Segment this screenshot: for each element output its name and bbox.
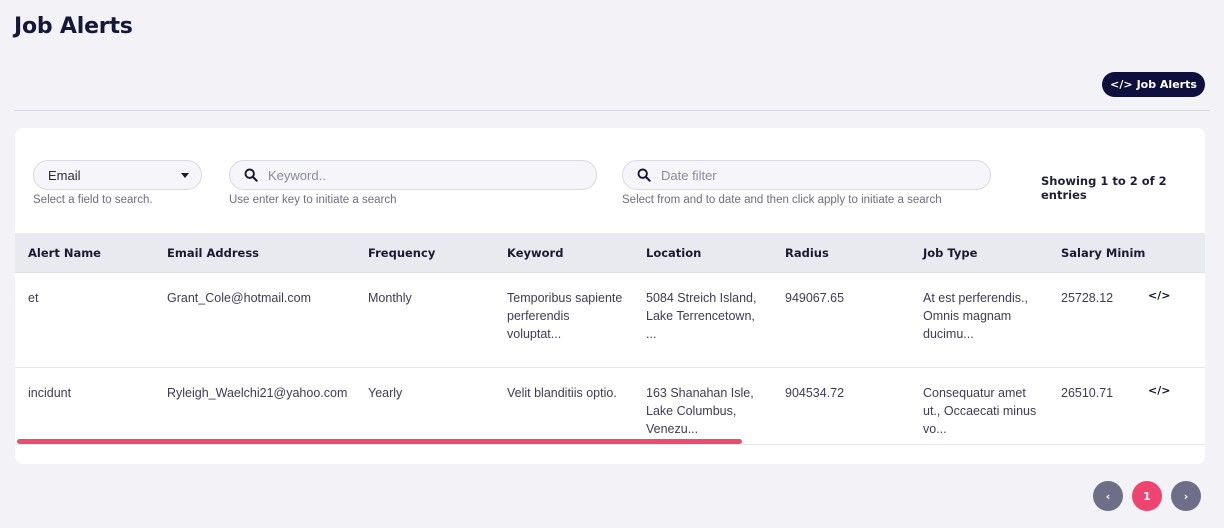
table-header: Alert Name Email Address Frequency Keywo… [15,233,1205,273]
embed-code-icon[interactable]: </> [1148,384,1170,397]
cell-job-type: At est perferendis., Omnis magnam ducimu… [923,291,1028,341]
cell-alert-name: incidunt [28,386,72,400]
column-header-salary-min[interactable]: Salary Minim [1061,246,1145,260]
date-filter-hint: Select from and to date and then click a… [622,194,942,206]
column-header-location[interactable]: Location [646,246,701,260]
horizontal-scrollbar[interactable] [17,439,742,444]
caret-down-icon [181,173,189,178]
previous-page-button[interactable]: ‹ [1093,481,1123,511]
column-header-alert-name[interactable]: Alert Name [28,246,101,260]
embed-job-alerts-button[interactable]: </> Job Alerts [1102,72,1205,97]
code-icon: </> [1110,78,1133,91]
next-page-button[interactable]: › [1171,481,1201,511]
column-header-overflow: ⋮ [1201,246,1205,260]
cell-radius: 949067.65 [785,291,845,305]
cell-radius: 904534.72 [785,386,845,400]
column-header-radius[interactable]: Radius [785,246,829,260]
embed-code-icon[interactable]: </> [1148,289,1170,302]
job-alerts-card: Email Select a field to search. Keyword.… [15,128,1205,464]
page-1-button[interactable]: 1 [1132,481,1162,511]
column-header-email[interactable]: Email Address [167,246,259,260]
job-alerts-table: Alert Name Email Address Frequency Keywo… [15,233,1205,445]
date-filter-placeholder: Date filter [661,167,717,183]
cell-email: Grant_Cole@hotmail.com [167,291,311,305]
column-header-job-type[interactable]: Job Type [923,246,977,260]
column-header-frequency[interactable]: Frequency [368,246,435,260]
cell-frequency: Monthly [368,291,412,305]
table-row: incidunt Ryleigh_Waelchi21@yahoo.com Yea… [15,368,1205,445]
cell-frequency: Yearly [368,386,403,400]
keyword-hint: Use enter key to initiate a search [229,194,397,206]
cell-keyword: Temporibus sapiente perferendis voluptat… [507,291,623,341]
cell-job-type: Consequatur amet ut., Occaecati minus vo… [923,386,1037,436]
pagination: ‹ 1 › [1093,481,1201,511]
cell-salary-min: 25728.12 [1061,291,1114,305]
column-header-keyword[interactable]: Keyword [507,246,563,260]
header-divider [14,110,1210,111]
page-title: Job Alerts [14,14,133,39]
entries-count: Showing 1 to 2 of 2 entries [1041,174,1167,202]
date-filter-input[interactable]: Date filter [622,160,991,190]
search-field-select[interactable]: Email [33,160,202,190]
cell-location: 163 Shanahan Isle, Lake Columbus, Venezu… [646,386,754,436]
cell-keyword: Velit blanditiis optio. [507,386,617,400]
search-field-value: Email [48,167,81,183]
table-row: et Grant_Cole@hotmail.com Monthly Tempor… [15,273,1205,368]
cell-salary-min: 26510.71 [1061,386,1114,400]
keyword-search-input[interactable]: Keyword.. [229,160,597,190]
cell-email: Ryleigh_Waelchi21@yahoo.com [167,386,348,400]
cell-location: 5084 Streich Island, Lake Terrencetown, … [646,291,757,341]
search-field-hint: Select a field to search. [33,194,153,206]
keyword-placeholder: Keyword.. [268,167,326,183]
search-icon [244,168,258,182]
cell-alert-name: et [28,291,39,305]
search-icon [637,168,651,182]
embed-button-label: Job Alerts [1136,78,1197,91]
